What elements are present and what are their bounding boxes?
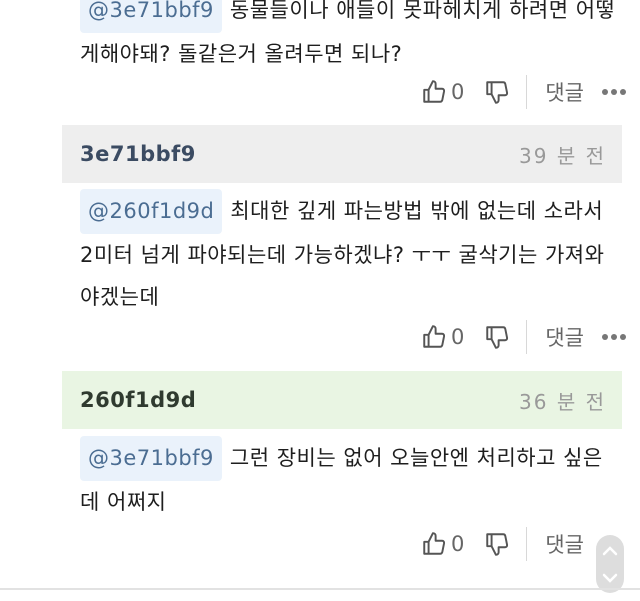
comment-header: 260f1d9d 36 분 전 <box>62 371 622 429</box>
like-count: 0 <box>450 325 465 349</box>
reply-button[interactable]: 댓글 <box>545 322 584 352</box>
divider <box>526 527 528 561</box>
comment-author[interactable]: 260f1d9d <box>80 388 196 412</box>
comment-actions: 0 댓글 <box>419 72 626 112</box>
thumbs-down-icon[interactable] <box>482 322 512 352</box>
comment-actions: 0 댓글 <box>419 524 626 564</box>
thumbs-up-icon[interactable] <box>419 77 449 107</box>
more-dots-icon[interactable] <box>602 334 626 340</box>
comment-body: @3e71bbf9 동물들이나 애들이 못파헤치게 하려면 어떻게해야돼? 돌같은… <box>80 0 620 75</box>
reply-button[interactable]: 댓글 <box>545 529 584 559</box>
comment-time: 36 분 전 <box>519 389 606 414</box>
comment-actions: 0 댓글 <box>419 317 626 357</box>
like-count: 0 <box>450 532 465 556</box>
thumbs-up-icon[interactable] <box>419 322 449 352</box>
mention-tag[interactable]: @3e71bbf9 <box>80 0 222 33</box>
mention-tag[interactable]: @3e71bbf9 <box>80 436 222 481</box>
thumbs-down-icon[interactable] <box>482 529 512 559</box>
comment-header: 3e71bbf9 39 분 전 <box>62 125 622 183</box>
chevron-down-icon[interactable] <box>602 568 618 587</box>
thumbs-down-icon[interactable] <box>482 77 512 107</box>
reply-button[interactable]: 댓글 <box>545 77 584 107</box>
like-count: 0 <box>450 80 465 104</box>
comment-time: 39 분 전 <box>519 143 606 168</box>
divider <box>526 75 528 109</box>
divider <box>526 320 528 354</box>
comment-body: @260f1d9d 최대한 깊게 파는방법 밖에 없는데 소라서 2미터 넘게 파… <box>80 189 620 318</box>
mention-tag[interactable]: @260f1d9d <box>80 189 223 234</box>
comment-body: @3e71bbf9 그런 장비는 없어 오늘안엔 처리하고 싶은데 어쩌지 <box>80 436 620 523</box>
chevron-up-icon[interactable] <box>602 541 618 560</box>
more-dots-icon[interactable] <box>602 89 626 95</box>
divider <box>0 588 640 590</box>
scroll-control[interactable] <box>596 535 624 593</box>
thumbs-up-icon[interactable] <box>419 529 449 559</box>
comment-author[interactable]: 3e71bbf9 <box>80 142 196 166</box>
